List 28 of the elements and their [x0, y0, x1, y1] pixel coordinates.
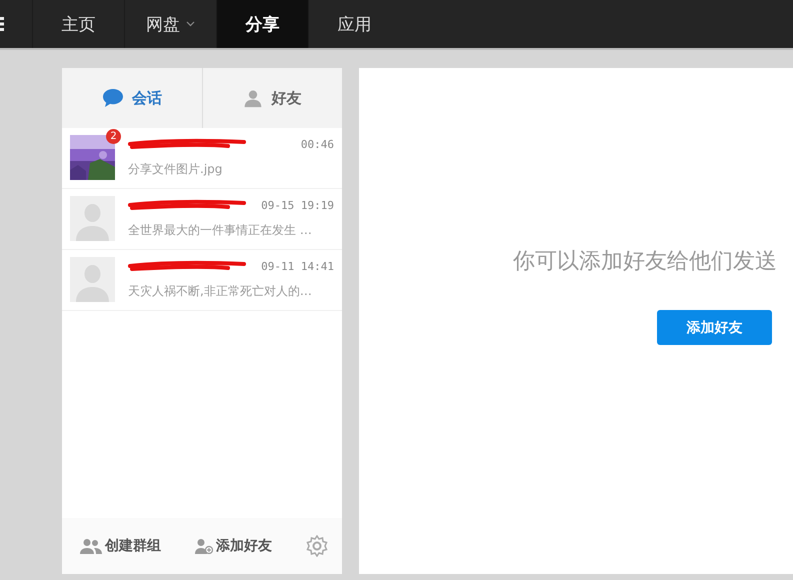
nav-tab[interactable]: 主页	[32, 0, 124, 48]
nav-tab[interactable]: 分享	[216, 0, 308, 48]
add-friend-button[interactable]: 添加好友	[657, 310, 772, 345]
message-preview: 分享文件图片.jpg	[128, 161, 224, 178]
nav-tab[interactable]: 应用	[308, 0, 400, 48]
footer-button[interactable]: 创建群组	[80, 537, 161, 555]
redaction-scribble-icon	[128, 260, 246, 272]
person-icon	[243, 88, 264, 108]
avatar-placeholder-icon	[70, 257, 115, 302]
conversation-item[interactable]: 2 00:46 分享文件图片.jpg	[62, 128, 342, 189]
add-person-icon	[195, 538, 213, 554]
message-preview: 全世界最大的一件事情正在发生 …	[128, 222, 313, 239]
redaction-scribble-icon	[128, 199, 246, 211]
conversation-item[interactable]: 09-11 14:41 天灾人祸不断,非正常死亡对人的…	[62, 250, 342, 311]
empty-message: 你可以添加好友给他们发送	[513, 248, 777, 276]
group-icon	[80, 538, 102, 554]
message-time: 09-15 19:19	[261, 198, 334, 212]
redaction-scribble-icon	[128, 138, 246, 150]
chat-bubble-icon	[102, 88, 124, 108]
menu-icon[interactable]	[0, 16, 6, 32]
message-preview: 天灾人祸不断,非正常死亡对人的…	[128, 283, 313, 300]
conversation-item[interactable]: 09-15 19:19 全世界最大的一件事情正在发生 …	[62, 189, 342, 250]
unread-badge: 2	[106, 129, 121, 144]
footer-button[interactable]: 添加好友	[195, 537, 272, 555]
message-time: 00:46	[300, 138, 334, 150]
caret-icon	[186, 21, 195, 27]
message-time: 09-11 14:41	[261, 260, 334, 272]
avatar-placeholder-icon	[70, 196, 115, 241]
